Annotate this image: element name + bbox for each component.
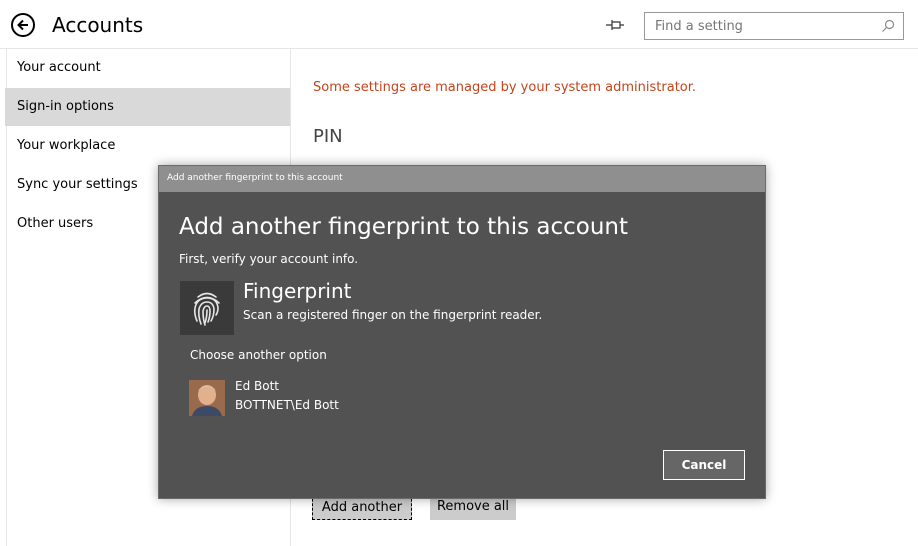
fingerprint-icon	[193, 292, 220, 326]
search-input[interactable]	[653, 18, 877, 35]
choose-another-option-label: Choose another option	[190, 348, 327, 362]
dialog-window-title: Add another fingerprint to this account	[167, 173, 343, 183]
pin-icon	[606, 20, 624, 30]
back-button[interactable]	[11, 13, 35, 37]
top-bar: Accounts	[0, 0, 918, 49]
search-box[interactable]	[644, 12, 904, 40]
user-avatar[interactable]	[189, 380, 225, 416]
page-title: Accounts	[52, 13, 144, 37]
user-account: BOTTNET\Ed Bott	[235, 398, 339, 412]
fingerprint-description: Scan a registered finger on the fingerpr…	[243, 308, 543, 322]
sidebar-item-sign-in-options[interactable]: Sign-in options	[5, 88, 290, 126]
dialog-heading: Add another fingerprint to this account	[179, 214, 629, 240]
back-arrow-icon	[17, 19, 28, 31]
admin-notice: Some settings are managed by your system…	[313, 80, 697, 95]
section-title-pin: PIN	[313, 126, 343, 147]
search-icon	[882, 19, 895, 32]
user-name: Ed Bott	[235, 379, 279, 393]
user-photo-icon	[189, 380, 225, 416]
fingerprint-dialog: Add another fingerprint to this account …	[158, 165, 766, 499]
sidebar-item-your-workplace[interactable]: Your workplace	[5, 127, 290, 165]
fingerprint-option[interactable]	[180, 281, 234, 335]
cancel-button[interactable]: Cancel	[663, 450, 745, 480]
pin-button[interactable]	[604, 16, 626, 34]
sidebar-item-your-account[interactable]: Your account	[5, 49, 290, 87]
fingerprint-title: Fingerprint	[243, 279, 352, 303]
dialog-titlebar: Add another fingerprint to this account	[159, 166, 765, 192]
dialog-subheading: First, verify your account info.	[179, 252, 359, 266]
